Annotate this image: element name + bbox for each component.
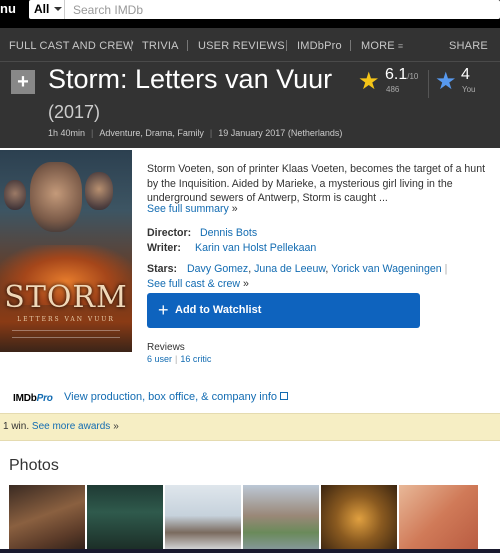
photo-thumbnail[interactable] [243,485,319,553]
imdbpro-link[interactable]: View production, box office, & company i… [64,391,277,403]
chevron-right-icon: » [242,277,249,290]
rating-max: /10 [407,72,419,81]
page-title: Storm: Letters van Vuur (2017) [48,64,348,127]
star-link[interactable]: Juna de Leeuw [254,263,325,275]
user-rating-label: You [462,85,476,94]
imdb-rating: 6.1/10 [385,66,418,84]
reviews-label: Reviews [147,342,185,353]
see-full-summary: See full summary » [147,203,238,215]
imdbpro-logo-pro: Pro [36,393,53,404]
director-label: Director: [147,227,192,239]
bottom-edge [0,549,500,553]
pipe-divider: | [175,354,178,364]
search-box: All [29,0,500,19]
critic-reviews-link[interactable]: 16 critic [180,354,211,364]
chevron-right-icon: » [231,203,238,215]
plus-icon: + [158,300,169,320]
share-button[interactable]: SHARE [449,40,488,52]
movie-title: Storm: Letters van Vuur [48,64,333,94]
add-to-watchlist-label: Add to Watchlist [175,304,262,316]
nav-more[interactable]: MORE ≡ [361,40,403,52]
imdbpro-logo-imdb: IMDb [13,393,37,404]
add-to-watchlist-ribbon-icon[interactable]: + [11,70,35,94]
nav-divider [286,40,287,51]
runtime: 1h 40min [48,128,86,138]
chevron-right-icon: » [113,421,119,432]
poster-figure [4,180,26,210]
external-link-icon [280,392,288,400]
user-rating-star-icon[interactable]: ★ [435,70,457,94]
sub-navigation: FULL CAST AND CREW TRIVIA USER REVIEWS I… [0,28,500,62]
director-row: Director: Dennis Bots [147,226,492,241]
star-link[interactable]: Yorick van Wageningen [331,263,442,275]
photo-thumbnail[interactable] [165,485,241,553]
awards-summary: 1 win. [3,421,30,432]
stars-row: Stars: Davy Gomez, Juna de Leeuw, Yorick … [147,263,448,275]
nav-trivia[interactable]: TRIVIA [142,40,179,52]
search-category-dropdown[interactable]: All [29,0,65,19]
movie-year[interactable]: (2017) [48,102,100,122]
reviews-links: 6 user | 16 critic [147,354,211,364]
user-reviews-link[interactable]: 6 user [147,354,172,364]
nav-imdbpro[interactable]: IMDbPro [297,40,342,52]
stars-label: Stars: [147,263,178,275]
awards-bar: 1 win. See more awards» [0,413,500,441]
see-full-cast-row: See full cast & crew » [147,277,492,292]
photo-thumbnail[interactable] [321,485,397,553]
top-nav-bar: nu All [0,0,500,28]
genres[interactable]: Adventure, Drama, Family [99,128,204,138]
director-link[interactable]: Dennis Bots [200,227,257,239]
writer-row: Writer: Karin van Holst Pellekaan [147,241,492,256]
release-date[interactable]: 19 January 2017 (Netherlands) [218,128,342,138]
search-category-label: All [34,2,50,16]
add-to-watchlist-button[interactable]: + Add to Watchlist [147,293,420,328]
poster-title: STORM [4,280,128,315]
rating-divider [428,70,429,98]
photos-heading: Photos [9,457,59,474]
rating-value: 6.1 [385,66,408,83]
imdbpro-link-wrap: View production, box office, & company i… [64,391,288,403]
credits-block: Director: Dennis Bots Writer: Karin van Ho… [147,226,492,291]
see-more-awards-link[interactable]: See more awards [32,421,110,432]
user-rating-value[interactable]: 4 [461,66,470,84]
imdbpro-row: IMDbPro View production, box office, & c… [0,383,500,411]
title-meta: 1h 40min | Adventure, Drama, Family | 19 Jan… [48,128,343,138]
title-header: FULL CAST AND CREW TRIVIA USER REVIEWS I… [0,28,500,148]
poster-figure [85,172,113,210]
writer-link[interactable]: Karin van Holst Pellekaan [195,242,316,254]
rating-count[interactable]: 486 [386,85,399,94]
nav-more-label: MORE [361,40,395,52]
search-input[interactable] [69,0,489,19]
menu-button[interactable]: nu [0,1,16,17]
see-full-cast-link[interactable]: See full cast & crew [147,278,240,290]
star-icon: ★ [358,68,380,95]
see-full-summary-link[interactable]: See full summary [147,203,229,215]
poster-credit-block [12,330,120,338]
imdbpro-logo: IMDbPro [13,393,53,404]
nav-divider [350,40,351,51]
pipe-divider: | [444,263,448,275]
movie-poster[interactable]: STORM LETTERS VAN VUUR [0,150,132,352]
poster-subtitle: LETTERS VAN VUUR [17,316,115,323]
caret-down-icon [54,7,62,11]
nav-divider [187,40,188,51]
poster-figure [30,162,82,232]
photo-thumbnail[interactable] [399,485,478,553]
plot-summary: Storm Voeten, son of printer Klaas Voete… [147,163,486,204]
photo-thumbnail[interactable] [87,485,163,553]
star-link[interactable]: Davy Gomez [187,263,248,275]
writer-label: Writer: [147,241,181,254]
double-chevron-down-icon: ≡ [397,41,404,51]
nav-user-reviews[interactable]: USER REVIEWS [198,40,285,52]
photo-thumbnail[interactable] [9,485,85,553]
nav-full-cast-crew[interactable]: FULL CAST AND CREW [9,40,134,52]
nav-divider [131,40,132,51]
